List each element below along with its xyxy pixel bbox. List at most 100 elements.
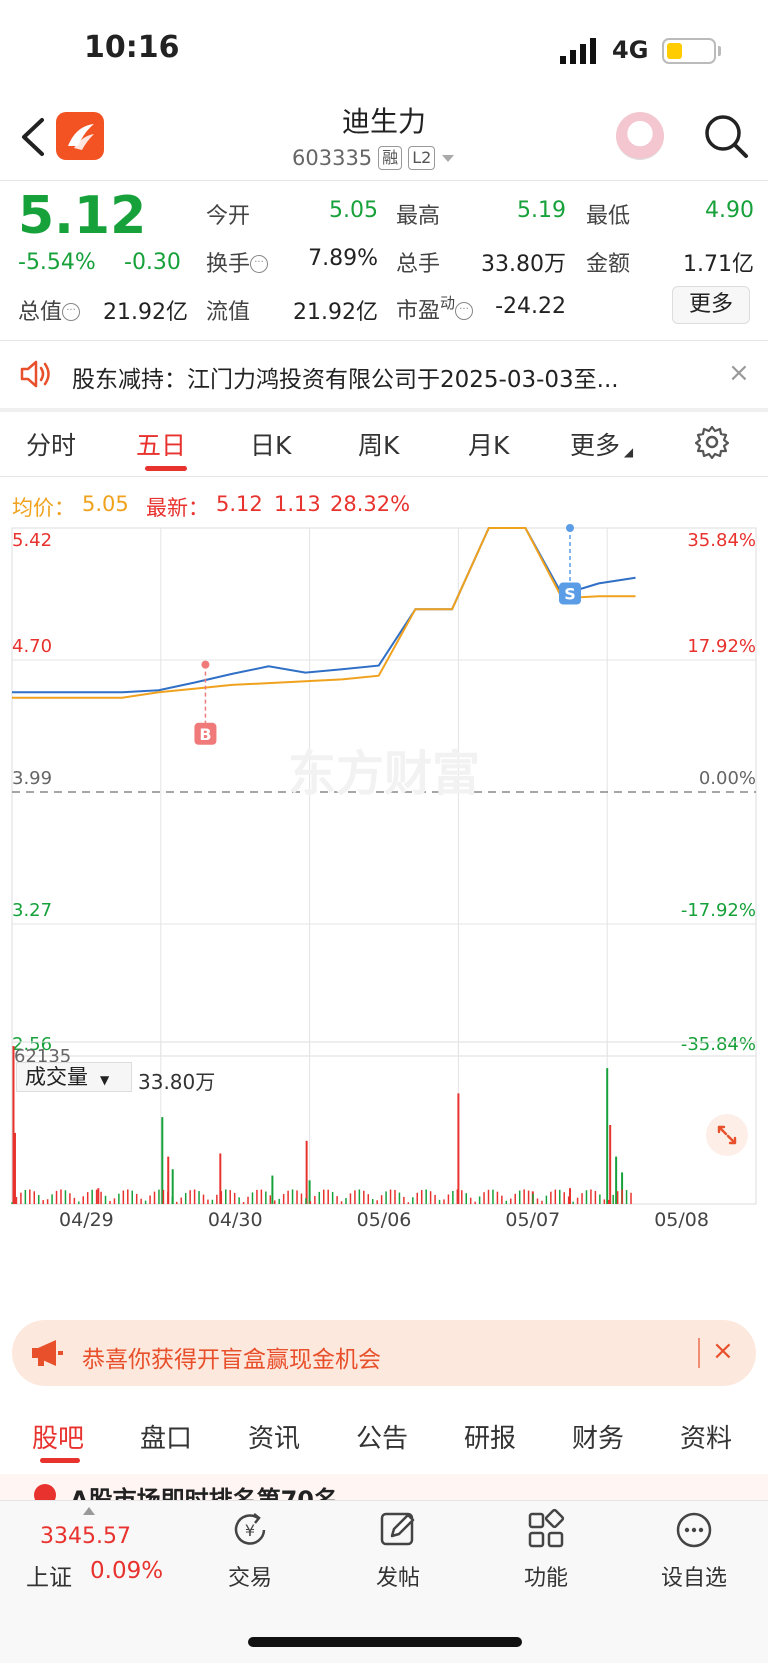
tab-more[interactable]: 更多 ◢ [570,426,633,462]
network-label: 4G [612,36,649,64]
speaker-icon [20,360,50,388]
post-label[interactable]: 发帖 [348,1560,448,1592]
margin-tag: 融 [378,146,403,170]
trade-icon[interactable]: ¥ [228,1508,272,1552]
y-tick-label: 5.42 [12,530,52,551]
turnover-value: 7.89% [308,246,378,271]
watermark: 东方财富 [288,746,480,802]
peek-text: A股市场即时排名第70名 [70,1486,338,1500]
volume-indicator-select[interactable]: 成交量 ▼ [16,1062,132,1092]
amount-value: 1.71亿 [683,252,754,277]
megaphone-icon [32,1340,63,1366]
level2-tag: L2 [408,146,436,170]
avg-value: 5.05 [82,492,129,516]
tab-forum[interactable]: 股吧 [32,1418,84,1455]
index-name[interactable]: 上证 [26,1558,72,1592]
pct-tick-label: -35.84% [681,1034,756,1055]
battery-icon [662,38,716,64]
x-tick-label: 05/06 [357,1209,412,1231]
latest-value: 5.12 [216,492,263,516]
watchlist-label[interactable]: 设自选 [644,1560,744,1592]
low-label: 最低 [586,204,631,229]
marker-dot [566,524,574,532]
pct-tick-label: 17.92% [687,636,756,657]
tab-intraday[interactable]: 分时 [26,426,76,462]
tab-research[interactable]: 研报 [464,1418,516,1455]
info-icon: ··· [455,302,474,320]
status-time: 10:16 [84,30,180,65]
float-label: 流值 [206,300,251,325]
tab-announcements[interactable]: 公告 [356,1418,408,1455]
assistant-robot-icon[interactable] [616,112,664,160]
index-value[interactable]: 3345.57 [40,1524,131,1549]
y-tick-label: 3.27 [12,900,52,921]
turnover-label[interactable]: 换手 ··· [206,246,269,278]
tab-monthly-k[interactable]: 月K [468,426,509,462]
functions-icon[interactable] [524,1508,568,1552]
peek-content[interactable]: A股市场即时排名第70名 [0,1474,768,1500]
x-tick-label: 04/30 [208,1209,263,1231]
trade-label[interactable]: 交易 [200,1560,300,1592]
signal-icon [560,38,596,64]
marker-label: S [564,584,576,603]
tab-news[interactable]: 资讯 [248,1418,300,1455]
high-value: 5.19 [517,198,566,223]
info-icon: ··· [62,303,81,321]
latest-percent: 28.32% [330,492,411,516]
avg-price-line [12,527,636,699]
more-dots-icon[interactable] [672,1508,716,1552]
low-value: 4.90 [705,198,754,223]
caret-up-icon [83,1507,95,1515]
pct-tick-label: 0.00% [699,768,756,789]
volume-value: 33.80万 [481,252,566,277]
tab-five-day[interactable]: 五日 [136,426,186,462]
notice-close-button[interactable]: × [728,358,750,388]
info-icon: ··· [250,255,269,273]
more-quote-button[interactable]: 更多 [672,286,750,324]
notice-text[interactable]: 股东减持：江门力鸿投资有限公司于2025-03-03至... [72,360,692,394]
avg-label: 均价： [12,496,75,520]
pe-value: -24.22 [495,294,566,319]
tab-weekly-k[interactable]: 周K [358,426,399,462]
stock-code: 603335 [292,146,373,170]
mktcap-value: 21.92亿 [103,300,188,325]
x-tick-label: 05/08 [654,1209,709,1231]
stock-code-row[interactable]: 603335 融 L2 [292,146,455,170]
gear-icon[interactable] [694,424,730,460]
tab-daily-k[interactable]: 日K [250,426,291,462]
change-amount: -0.30 [124,250,181,275]
marker-dot [201,660,210,669]
open-value: 5.05 [329,198,378,223]
latest-change: 1.13 [274,492,321,516]
x-tick-label: 04/29 [59,1209,114,1231]
high-label: 最高 [396,204,441,229]
expand-icon[interactable] [706,1114,748,1156]
open-label: 今开 [206,204,251,229]
home-indicator [248,1637,522,1647]
functions-label[interactable]: 功能 [496,1560,596,1592]
price-line [12,527,636,694]
pe-label[interactable]: 市盈动 ··· [396,292,474,325]
volume-total: 33.80万 [138,1070,216,1094]
y-tick-label: 4.70 [12,636,52,657]
promo-close-button[interactable]: × [712,1336,734,1366]
search-icon[interactable] [700,110,752,162]
mktcap-label[interactable]: 总值 ··· [18,294,81,326]
pct-tick-label: -17.92% [681,900,756,921]
y-tick-label: 3.99 [12,768,52,789]
five-day-chart[interactable]: 东方财富 5.42 35.84% 4.70 17.92% 3.99 0.00% 3.27 -1… [0,520,768,1290]
change-percent: -5.54% [18,250,96,275]
amount-label: 金额 [586,252,631,277]
tab-profile[interactable]: 资料 [680,1418,732,1455]
tab-financials[interactable]: 财务 [572,1418,624,1455]
latest-label: 最新： [146,496,209,520]
chevron-down-icon [442,155,455,162]
index-percent[interactable]: 0.09% [90,1558,163,1584]
pct-tick-label: 35.84% [687,530,756,551]
promo-text[interactable]: 恭喜你获得开盲盒赢现金机会 [82,1340,381,1374]
post-icon[interactable] [376,1508,420,1552]
tab-order-book[interactable]: 盘口 [140,1418,192,1455]
volume-label: 总手 [396,252,441,277]
last-price: 5.12 [18,186,147,246]
float-value: 21.92亿 [293,300,378,325]
